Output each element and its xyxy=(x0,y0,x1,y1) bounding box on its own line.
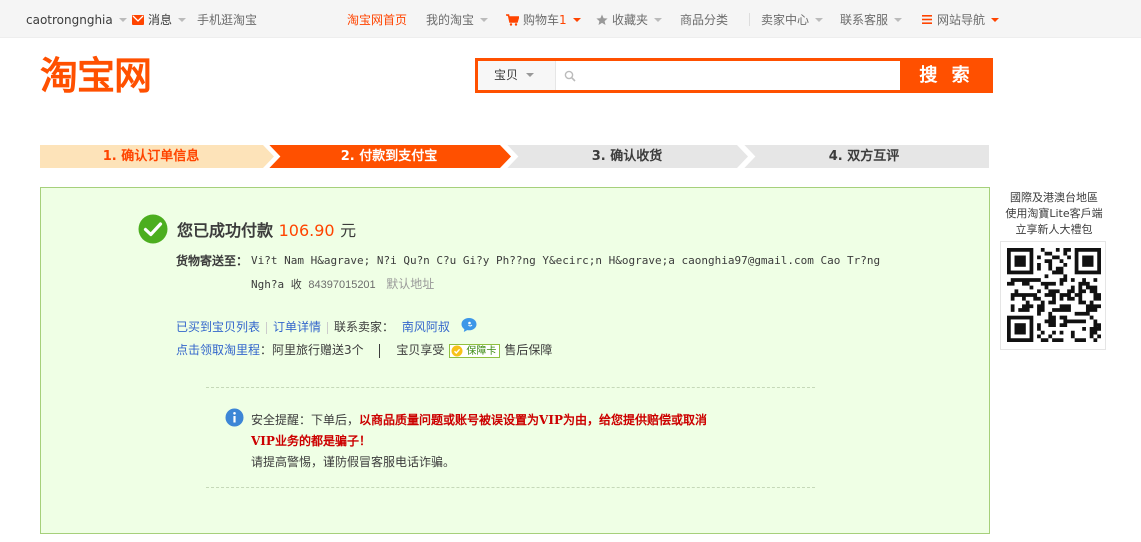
chevron-down-icon xyxy=(654,17,663,22)
chevron-down-icon xyxy=(815,17,824,22)
order-details-link[interactable]: 订单详情 xyxy=(273,320,321,334)
cart-icon xyxy=(506,13,520,26)
ship-to-label: 货物寄送至： xyxy=(176,254,249,268)
envelope-icon xyxy=(132,14,144,25)
mileage-text: ：阿里旅行赠送3个 xyxy=(260,343,364,357)
chevron-down-icon xyxy=(572,17,581,22)
support-menu[interactable]: 联系客服 xyxy=(840,12,903,28)
security-warning-line2: VIP业务的都是骗子！ xyxy=(251,434,371,448)
site-nav-menu[interactable]: 网站导航 xyxy=(922,12,1000,28)
security-warning-line1: 安全提醒：下单后，以商品质量问题或账号被误设置为VIP为由，给您提供赔偿或取消 xyxy=(251,413,707,427)
shipping-address-cont: Ngh?a 收 84397015201 默认地址 xyxy=(251,277,435,291)
search-category-select[interactable]: 宝贝 xyxy=(478,61,556,90)
contact-seller-label: 联系卖家： xyxy=(334,320,395,334)
username: caotrongnghia xyxy=(26,13,113,27)
shipping-address: Vi?t Nam H&agrave; N?i Qu?n C?u Gi?y Ph?… xyxy=(251,254,881,267)
security-warning-line3: 请提高警惕，谨防假冒客服电话诈骗。 xyxy=(251,455,456,469)
divider xyxy=(749,13,750,26)
divider xyxy=(206,487,815,488)
divider xyxy=(379,343,381,358)
chevron-down-icon xyxy=(118,17,127,22)
home-link[interactable]: 淘宝网首页 xyxy=(347,12,407,28)
chevron-down-icon xyxy=(178,17,187,22)
guarantee-text: 宝贝享受 xyxy=(396,343,445,357)
step-3-label: 3. 确认收货 xyxy=(591,149,663,164)
site-topbar: caotrongnghia 消息 手机逛淘宝 淘宝网首页 我的淘宝 购物车1 收… xyxy=(0,0,1141,38)
messages-link[interactable]: 消息 xyxy=(132,12,187,28)
qr-code[interactable] xyxy=(1000,241,1106,350)
taobao-logo-icon: 淘宝网 xyxy=(40,54,152,98)
order-progress: 1. 确认订单信息 2. 付款到支付宝 3. 确认收货 4. 双方互评 xyxy=(40,145,989,168)
cart-count: 1 xyxy=(559,13,567,27)
payment-success-title: 您已成功付款 106.90 元 xyxy=(177,221,357,240)
search-icon xyxy=(564,70,576,82)
shield-icon xyxy=(451,345,463,356)
mobile-taobao-link[interactable]: 手机逛淘宝 xyxy=(197,12,257,28)
guarantee-badge[interactable]: 保障卡 xyxy=(449,343,501,358)
qr-code-icon xyxy=(1007,248,1101,342)
chevron-down-icon xyxy=(526,72,535,77)
app-promo-text: 國際及港澳台地區 使用淘寶Lite客戶端 立享新人大禮包 xyxy=(1005,191,1103,236)
step-2-label: 2. 付款到支付宝 xyxy=(340,149,438,164)
phone-number: 84397015201 xyxy=(308,279,376,291)
divider xyxy=(327,321,329,334)
menu-icon xyxy=(922,15,932,24)
currency: 元 xyxy=(340,221,357,240)
seller-center-menu[interactable]: 卖家中心 xyxy=(761,12,824,28)
step-1-label: 1. 确认订单信息 xyxy=(102,149,200,164)
chevron-down-icon xyxy=(894,17,903,22)
mileage-row: 点击领取淘里程：阿里旅行赠送3个 宝贝享受 保障卡 售后保障 xyxy=(176,341,552,358)
claim-mileage-link[interactable]: 点击领取淘里程 xyxy=(176,343,260,357)
star-icon xyxy=(596,14,608,25)
success-check-icon xyxy=(138,214,168,244)
divider xyxy=(266,321,268,334)
chat-icon[interactable] xyxy=(460,317,478,333)
taobao-logo[interactable]: 淘宝网 xyxy=(40,52,182,98)
search-bar: 宝贝 搜 索 xyxy=(475,58,993,93)
divider xyxy=(206,387,815,388)
chevron-down-icon xyxy=(480,17,489,22)
categories-link[interactable]: 商品分类 xyxy=(680,12,728,28)
favorites-menu[interactable]: 收藏夹 xyxy=(596,12,663,28)
search-input[interactable] xyxy=(584,63,894,88)
username-menu[interactable]: caotrongnghia xyxy=(26,12,127,28)
cart-link[interactable]: 购物车1 xyxy=(506,12,581,28)
paid-amount: 106.90 xyxy=(278,221,335,240)
order-links-row: 已买到宝贝列表 订单详情 联系卖家： 南风阿叔 xyxy=(176,317,478,335)
info-icon xyxy=(225,408,244,427)
my-taobao-menu[interactable]: 我的淘宝 xyxy=(426,12,489,28)
payment-success-panel: 您已成功付款 106.90 元 货物寄送至： Vi?t Nam H&agrave… xyxy=(40,187,990,534)
search-button[interactable]: 搜 索 xyxy=(900,58,993,93)
default-address-tag: 默认地址 xyxy=(386,277,435,291)
chevron-down-icon xyxy=(991,17,1000,22)
bought-items-link[interactable]: 已买到宝贝列表 xyxy=(176,320,260,334)
step-4-label: 4. 双方互评 xyxy=(828,149,900,164)
after-sale-text: 售后保障 xyxy=(504,343,553,357)
svg-text:淘宝网: 淘宝网 xyxy=(40,54,151,98)
seller-link[interactable]: 南风阿叔 xyxy=(402,320,450,334)
